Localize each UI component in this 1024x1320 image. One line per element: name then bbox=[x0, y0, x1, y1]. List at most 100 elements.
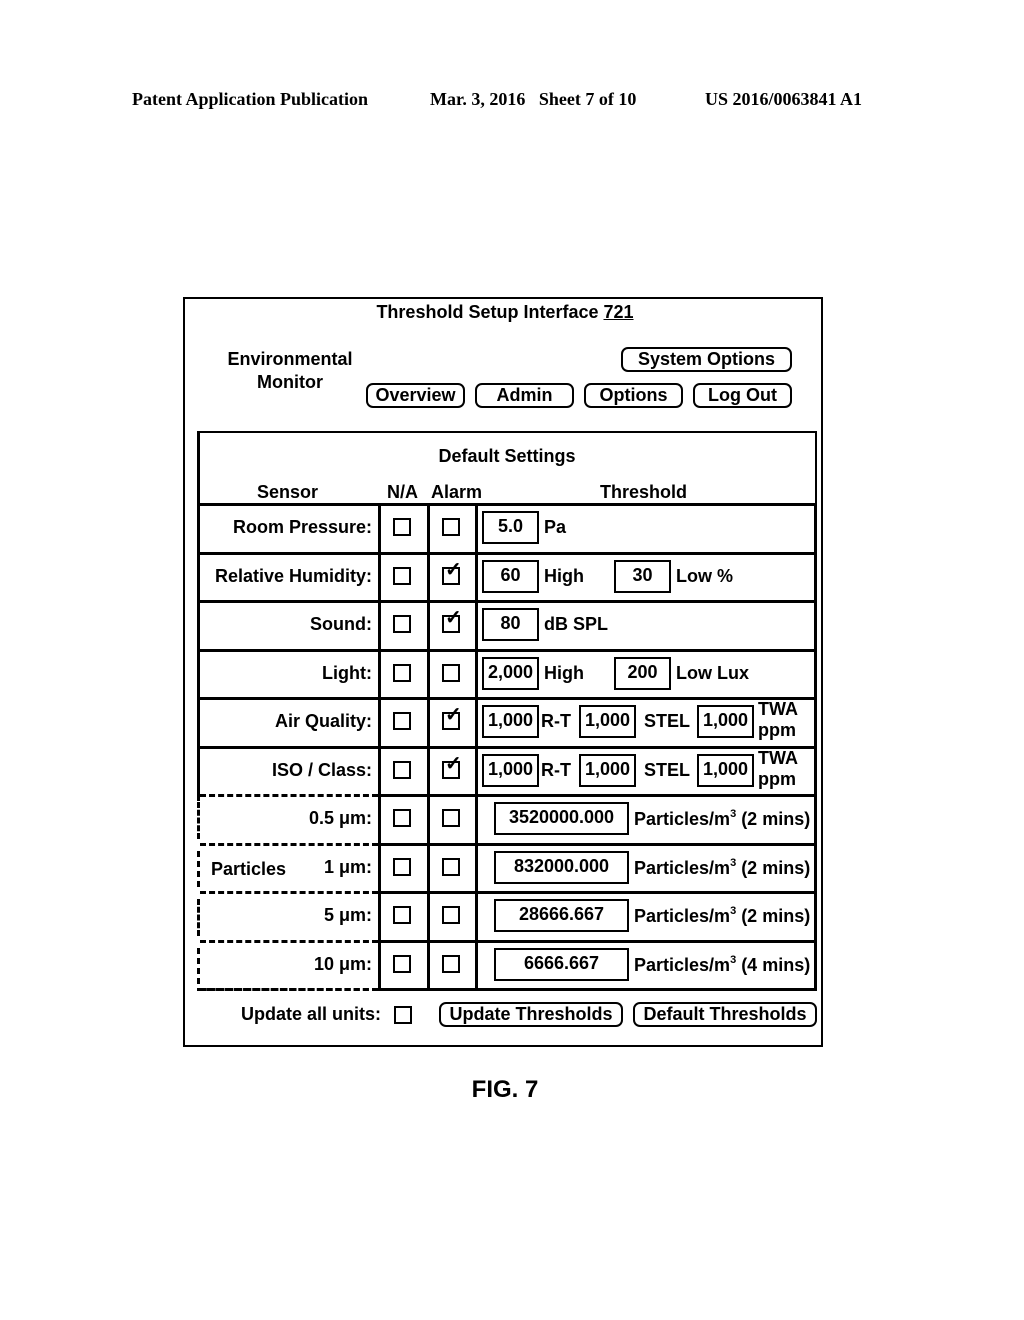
sensor-label: Room Pressure: bbox=[232, 517, 372, 537]
threshold-high-unit: High bbox=[544, 565, 584, 586]
header-divider bbox=[197, 503, 817, 506]
publication-date-sheet: Mar. 3, 2016 Sheet 7 of 10 bbox=[430, 89, 637, 109]
na-checkbox[interactable] bbox=[393, 615, 411, 633]
publication-title: Patent Application Publication bbox=[132, 89, 369, 109]
overview-button[interactable]: Overview bbox=[366, 383, 465, 408]
alarm-checkbox[interactable]: ✓ bbox=[442, 608, 462, 633]
na-checkbox[interactable] bbox=[393, 566, 411, 585]
row-divider bbox=[197, 697, 817, 700]
sensor-label: 1 μm: bbox=[323, 856, 372, 877]
threshold-twa-input[interactable]: 1,000 bbox=[697, 753, 754, 787]
particle-threshold-input[interactable]: 832000.000 bbox=[494, 850, 629, 884]
row-divider bbox=[197, 648, 817, 652]
checkmark-icon: ✓ bbox=[445, 558, 462, 581]
threshold-rt-input[interactable]: 1,000 bbox=[482, 705, 539, 738]
threshold-low-unit: Low % bbox=[676, 565, 733, 586]
row-divider bbox=[378, 988, 817, 991]
threshold-input[interactable]: 80 bbox=[482, 608, 539, 641]
sensor-label: Light: bbox=[322, 662, 372, 683]
particle-unit: Particles/m3 (4 mins) bbox=[634, 953, 811, 975]
sensor-label: 0.5 μm: bbox=[308, 808, 372, 828]
particle-unit: Particles/m3 (2 mins) bbox=[634, 808, 811, 829]
figure-label: FIG. 7 bbox=[471, 1076, 539, 1103]
sensor-label: Relative Humidity: bbox=[214, 565, 372, 586]
na-checkbox[interactable] bbox=[393, 857, 411, 876]
threshold-rt-input[interactable]: 1,000 bbox=[482, 753, 539, 787]
na-checkbox[interactable] bbox=[393, 809, 411, 827]
alarm-checkbox[interactable] bbox=[442, 906, 460, 924]
update-thresholds-button[interactable]: Update Thresholds bbox=[439, 1002, 623, 1027]
alarm-checkbox[interactable] bbox=[442, 518, 460, 536]
row-divider bbox=[378, 794, 817, 797]
na-checkbox[interactable] bbox=[393, 518, 411, 536]
threshold-low-unit: Low Lux bbox=[676, 662, 749, 683]
na-checkbox[interactable] bbox=[393, 954, 411, 973]
stel-label: STEL bbox=[644, 759, 691, 780]
threshold-low-input[interactable]: 30 bbox=[614, 559, 671, 593]
alarm-checkbox[interactable]: ✓ bbox=[442, 705, 462, 730]
particle-threshold-input[interactable]: 3520000.000 bbox=[494, 802, 629, 835]
sensor-label: ISO / Class: bbox=[271, 759, 372, 780]
threshold-low-input[interactable]: 200 bbox=[614, 656, 671, 690]
threshold-input[interactable]: 5.0 bbox=[482, 511, 539, 544]
alarm-checkbox[interactable] bbox=[442, 954, 460, 973]
sensor-label: 5 μm: bbox=[323, 905, 372, 925]
na-checkbox[interactable] bbox=[393, 663, 411, 682]
na-checkbox[interactable] bbox=[393, 712, 411, 730]
threshold-unit: Pa bbox=[544, 517, 567, 537]
particle-threshold-input[interactable]: 28666.667 bbox=[494, 899, 629, 932]
row-divider bbox=[378, 891, 817, 894]
alarm-checkbox[interactable] bbox=[442, 857, 460, 876]
system-options-button[interactable]: System Options bbox=[621, 347, 792, 372]
threshold-high-input[interactable]: 2,000 bbox=[482, 656, 539, 690]
checkmark-icon: ✓ bbox=[445, 704, 462, 726]
sensor-label: 10 μm: bbox=[313, 953, 372, 974]
threshold-high-unit: High bbox=[544, 662, 584, 683]
alarm-checkbox[interactable] bbox=[442, 809, 460, 827]
particle-unit: Particles/m3 (2 mins) bbox=[634, 856, 811, 878]
admin-button[interactable]: Admin bbox=[475, 383, 574, 408]
threshold-stel-input[interactable]: 1,000 bbox=[579, 753, 636, 787]
row-divider bbox=[378, 842, 817, 846]
column-header-sensor: Sensor bbox=[257, 482, 319, 502]
particles-group-label: Particles bbox=[211, 859, 287, 879]
column-header-threshold: Threshold bbox=[600, 482, 688, 502]
row-divider bbox=[197, 600, 817, 603]
threshold-twa-input[interactable]: 1,000 bbox=[697, 705, 754, 738]
checkmark-icon: ✓ bbox=[445, 752, 462, 775]
row-divider bbox=[197, 745, 817, 749]
threshold-stel-input[interactable]: 1,000 bbox=[579, 705, 636, 738]
default-settings-title: Default Settings bbox=[438, 446, 576, 466]
threshold-unit: dB SPL bbox=[544, 614, 609, 634]
column-header-na: N/A bbox=[387, 482, 418, 502]
checkmark-icon: ✓ bbox=[445, 607, 462, 629]
row-divider-dashed bbox=[200, 794, 378, 797]
na-checkbox[interactable] bbox=[393, 906, 411, 924]
stel-label: STEL bbox=[644, 711, 691, 731]
twa-ppm-label: TWA ppm bbox=[758, 747, 798, 789]
update-all-units-checkbox[interactable] bbox=[394, 1006, 412, 1024]
sensor-label: Sound: bbox=[310, 614, 372, 634]
rt-label: R-T bbox=[541, 711, 571, 731]
threshold-setup-window: Threshold Setup Interface 721 Environmen… bbox=[183, 297, 823, 1047]
row-divider-dashed bbox=[200, 842, 378, 846]
alarm-checkbox[interactable] bbox=[442, 663, 460, 682]
particle-threshold-input[interactable]: 6666.667 bbox=[494, 947, 629, 981]
row-divider bbox=[197, 551, 817, 555]
default-thresholds-button[interactable]: Default Thresholds bbox=[633, 1002, 817, 1027]
options-button[interactable]: Options bbox=[584, 383, 683, 408]
alarm-checkbox[interactable]: ✓ bbox=[442, 560, 462, 585]
twa-ppm-label: TWA ppm bbox=[758, 699, 798, 740]
na-checkbox[interactable] bbox=[393, 760, 411, 779]
row-divider-dashed bbox=[200, 891, 378, 894]
particle-unit: Particles/m3 (2 mins) bbox=[634, 905, 811, 926]
group-border-bottom bbox=[197, 988, 378, 991]
reference-number: 721 bbox=[603, 302, 634, 322]
threshold-high-input[interactable]: 60 bbox=[482, 559, 539, 593]
log-out-button[interactable]: Log Out bbox=[693, 383, 792, 408]
app-brand: Environmental Monitor bbox=[227, 349, 353, 392]
row-divider bbox=[378, 939, 817, 943]
publication-number: US 2016/0063841 A1 bbox=[705, 89, 863, 109]
rt-label: R-T bbox=[541, 759, 571, 780]
alarm-checkbox[interactable]: ✓ bbox=[442, 754, 462, 779]
